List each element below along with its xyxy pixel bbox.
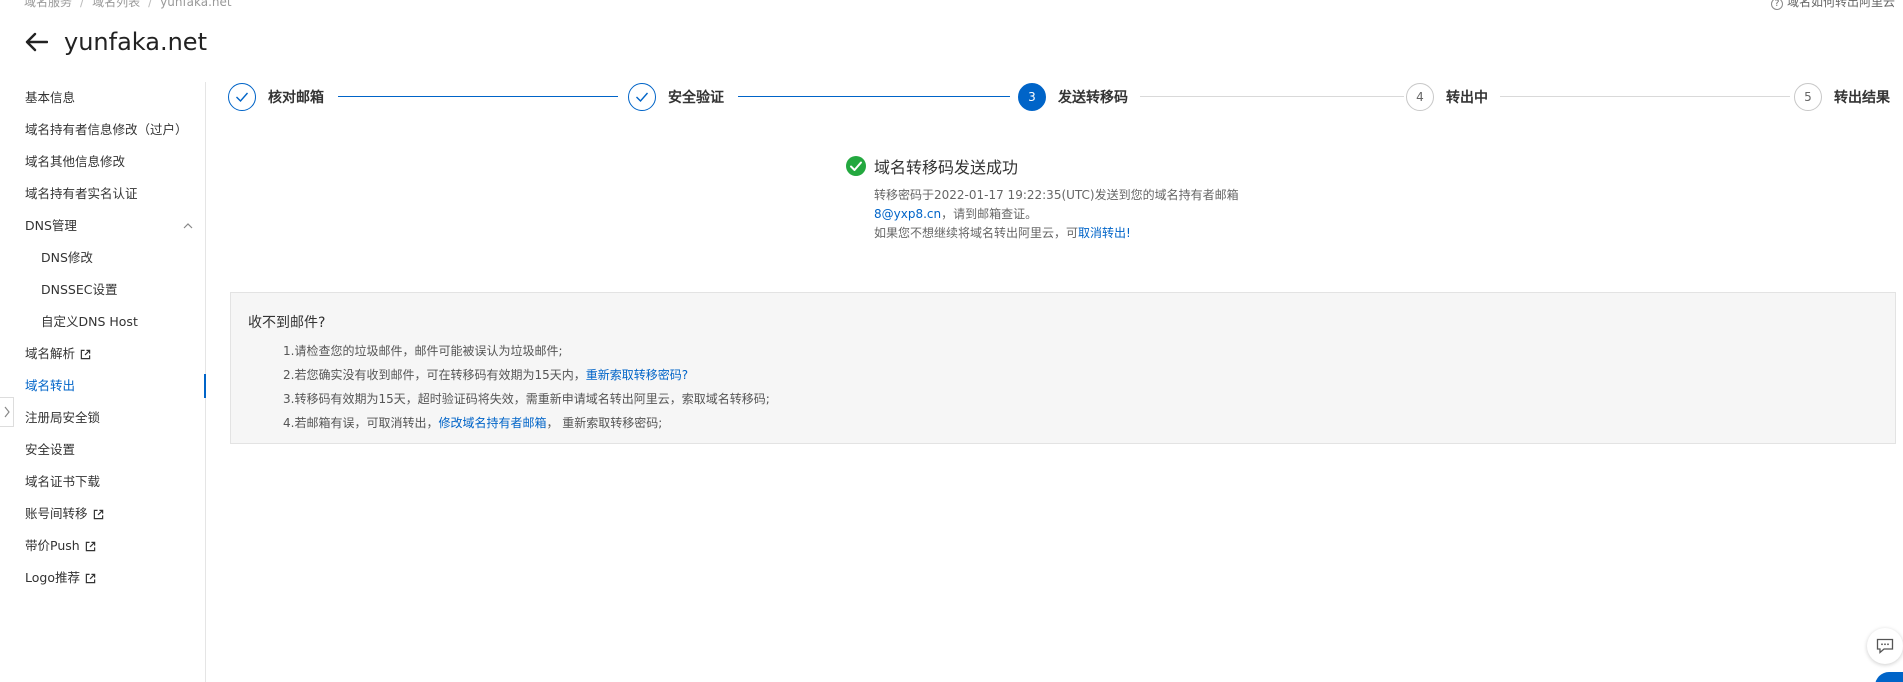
external-link-icon [93,509,103,519]
sidebar-item-label: 安全设置 [25,442,76,457]
sidebar-item-label: 账号间转移 [25,506,88,521]
modify-holder-email-link[interactable]: 修改域名持有者邮箱 [438,416,546,430]
step-number: 5 [1794,83,1822,111]
sidebar-item-price-push[interactable]: 带价Push [0,530,205,562]
transfer-help-label: 域名如何转出阿里云 [1786,0,1895,9]
sidebar-item-label: DNS修改 [41,250,93,265]
tip-item: 3.转移码有效期为15天，超时验证码将失效，需重新申请域名转出阿里云，索取域名转… [283,392,770,406]
sidebar-item-custom-dns-host[interactable]: 自定义DNS Host [0,306,205,338]
sidebar-item-security-settings[interactable]: 安全设置 [0,434,205,466]
sidebar-item-basic-info[interactable]: 基本信息 [0,82,205,114]
transfer-steps: 核对邮箱 安全验证 3 发送转移码 4 转出中 5 转出结果 [228,82,1894,112]
sidebar-item-dnssec[interactable]: DNSSEC设置 [0,274,205,306]
check-icon [628,83,656,111]
sidebar-item-holder-change[interactable]: 域名持有者信息修改（过户） [0,114,205,146]
cancel-hint-text: 如果您不想继续将域名转出阿里云，可 [874,226,1079,240]
breadcrumb-item-domain-service[interactable]: 域名服务 [24,0,72,9]
sidebar-item-label: 域名转出 [25,378,76,393]
sidebar-collapse-toggle[interactable] [0,397,14,427]
step-label: 发送转移码 [1058,90,1128,106]
holder-email[interactable]: 8@yxp8.cn [874,207,941,221]
chat-icon [1876,638,1894,654]
tip-item: 1.请检查您的垃圾邮件，邮件可能被误认为垃圾邮件; [283,344,563,358]
check-icon [228,83,256,111]
sidebar-item-label: 带价Push [25,538,80,553]
sidebar: 基本信息 域名持有者信息修改（过户） 域名其他信息修改 域名持有者实名认证 DN… [0,82,206,682]
cancel-transfer-link[interactable]: 取消转出! [1078,226,1131,240]
page-header: yunfaka.net [22,22,207,62]
back-arrow-icon[interactable] [22,28,50,56]
no-email-tips: 收不到邮件? 1.请检查您的垃圾邮件，邮件可能被误认为垃圾邮件; 2.若您确实没… [230,292,1896,444]
sidebar-item-label: 自定义DNS Host [41,314,138,329]
step-4: 4 转出中 [1406,82,1488,112]
sidebar-item-dns-management[interactable]: DNS管理 [0,210,205,242]
step-2: 安全验证 [628,82,724,112]
tip-item-suffix: ， 重新索取转移密码; [546,416,663,430]
check-email-text: ，请到邮箱查证。 [941,207,1038,221]
tips-title: 收不到邮件? [248,315,326,331]
sidebar-item-label: 域名其他信息修改 [25,154,126,169]
step-connector [1140,96,1404,97]
sidebar-item-label: 域名解析 [25,346,76,361]
sidebar-item-other-info[interactable]: 域名其他信息修改 [0,146,205,178]
transfer-help-link[interactable]: ? 域名如何转出阿里云 [1770,0,1895,10]
step-connector [1500,96,1790,97]
sidebar-item-label: Logo推荐 [25,570,80,585]
page-title: yunfaka.net [64,28,207,56]
sidebar-item-real-name[interactable]: 域名持有者实名认证 [0,178,205,210]
chevron-right-icon [4,406,10,418]
step-number: 4 [1406,83,1434,111]
step-connector [338,96,618,97]
sidebar-item-dns-resolve[interactable]: 域名解析 [0,338,205,370]
step-number: 3 [1018,83,1046,111]
tip-item: 4.若邮箱有误，可取消转出， [283,416,439,430]
breadcrumb-item-domain-list[interactable]: 域名列表 [92,0,140,9]
chat-button[interactable] [1867,628,1903,664]
step-connector [738,96,1010,97]
sidebar-item-domain-transfer-out[interactable]: 域名转出 [0,370,206,402]
step-1: 核对邮箱 [228,82,324,112]
sidebar-item-dns-modify[interactable]: DNS修改 [0,242,205,274]
step-label: 核对邮箱 [268,90,324,106]
success-check-icon [846,156,866,176]
tip-item: 2.若您确实没有收到邮件，可在转移码有效期为15天内， [283,368,586,382]
sidebar-item-label: DNS管理 [25,218,77,233]
step-label: 安全验证 [668,90,724,106]
step-5: 5 转出结果 [1794,82,1890,112]
external-link-icon [80,349,91,359]
chevron-up-icon [183,223,193,229]
step-label: 转出结果 [1834,90,1890,106]
sidebar-item-label: 域名证书下载 [25,474,101,489]
sidebar-item-label: 基本信息 [25,90,76,105]
sidebar-item-registry-lock[interactable]: 注册局安全锁 [0,402,205,434]
transfer-code-success: 域名转移码发送成功 转移密码于2022-01-17 19:22:35(UTC)发… [846,154,1239,243]
sidebar-item-account-transfer[interactable]: 账号间转移 [0,498,205,530]
tips-list: 1.请检查您的垃圾邮件，邮件可能被误认为垃圾邮件; 2.若您确实没有收到邮件，可… [283,339,770,435]
sidebar-item-label: 注册局安全锁 [25,410,101,425]
question-icon: ? [1770,0,1783,10]
sidebar-item-label: 域名持有者实名认证 [25,186,138,201]
send-time-text: 转移密码于2022-01-17 19:22:35(UTC)发送到您的域名持有者邮… [874,188,1239,202]
sidebar-item-certificate-download[interactable]: 域名证书下载 [0,466,205,498]
breadcrumb-item-current: yunfaka.net [160,0,232,9]
sidebar-item-logo-recommend[interactable]: Logo推荐 [0,562,205,594]
success-title: 域名转移码发送成功 [874,158,1019,177]
external-link-icon [85,573,96,583]
step-3: 3 发送转移码 [1018,82,1128,112]
resend-code-link[interactable]: 重新索取转移密码? [586,368,688,382]
sidebar-item-label: 域名持有者信息修改（过户） [25,122,188,137]
step-label: 转出中 [1446,90,1488,106]
breadcrumb: 域名服务 / 域名列表 / yunfaka.net [24,0,232,10]
sidebar-item-label: DNSSEC设置 [41,282,118,297]
external-link-icon [85,541,95,551]
floating-action-button[interactable] [1875,672,1903,682]
